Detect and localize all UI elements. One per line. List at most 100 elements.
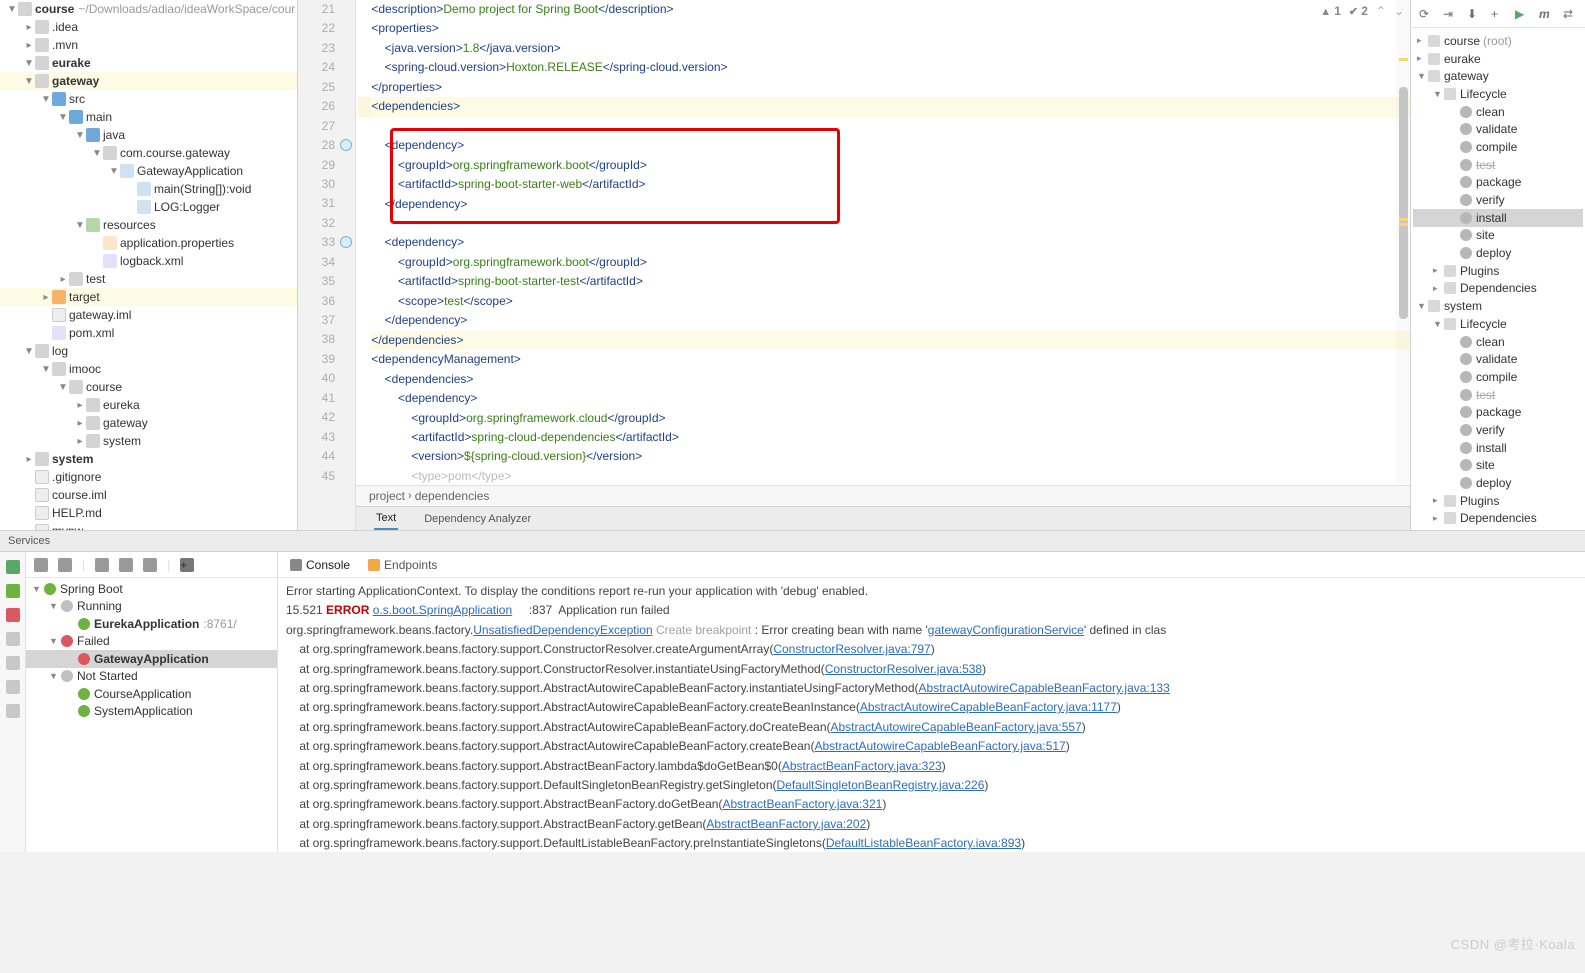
tree-item-gateway-iml[interactable]: gateway.iml	[0, 306, 297, 324]
camera-icon[interactable]	[6, 656, 20, 670]
tree-item-log-logger[interactable]: LOG:Logger	[0, 198, 297, 216]
service-failed[interactable]: ▼Failed	[26, 633, 277, 651]
tab-console[interactable]: Console	[290, 558, 350, 572]
maven-item-clean[interactable]: clean	[1413, 103, 1583, 121]
maven-item-eurake[interactable]: ▸eurake	[1413, 50, 1583, 68]
maven-item-package[interactable]: package	[1413, 403, 1583, 421]
editor-view-tabs[interactable]: Text Dependency Analyzer	[356, 506, 1410, 530]
pin-icon[interactable]	[143, 558, 157, 572]
project-root[interactable]: ▼ course ~/Downloads/adiao/ideaWorkSpace…	[0, 0, 297, 18]
tree-item--gitignore[interactable]: .gitignore	[0, 468, 297, 486]
maven-item-gateway[interactable]: ▼gateway	[1413, 67, 1583, 85]
editor[interactable]: 2122232425262728293031323334353637383940…	[298, 0, 1410, 530]
refresh-icon[interactable]: ⟳	[1419, 7, 1433, 21]
maven-item-system[interactable]: ▼system	[1413, 297, 1583, 315]
editor-scrollbar[interactable]	[1396, 0, 1410, 484]
services-header[interactable]: Services	[0, 530, 1585, 552]
breadcrumb[interactable]: project › dependencies	[356, 485, 1410, 506]
tree-item-src[interactable]: ▼src	[0, 90, 297, 108]
tree-item-course[interactable]: ▼course	[0, 378, 297, 396]
tree-item-help-md[interactable]: HELP.md	[0, 504, 297, 522]
maven-item-plugins[interactable]: ▸Plugins	[1413, 262, 1583, 280]
maven-item-plugins[interactable]: ▸Plugins	[1413, 492, 1583, 510]
tree-item-system[interactable]: ▸system	[0, 450, 297, 468]
tree-item-pom-xml[interactable]: pom.xml	[0, 324, 297, 342]
tree-item-gatewayapplication[interactable]: ▼GatewayApplication	[0, 162, 297, 180]
tab-endpoints[interactable]: Endpoints	[368, 558, 437, 572]
maven-item-site[interactable]: site	[1413, 227, 1583, 245]
console-output[interactable]: Error starting ApplicationContext. To di…	[278, 578, 1585, 852]
maven-item-test[interactable]: test	[1413, 156, 1583, 174]
tree-item-application-properties[interactable]: application.properties	[0, 234, 297, 252]
maven-item-validate[interactable]: validate	[1413, 350, 1583, 368]
download-icon[interactable]: ⬇	[1467, 7, 1481, 21]
m-icon[interactable]: m	[1539, 7, 1553, 21]
maven-item-validate[interactable]: validate	[1413, 120, 1583, 138]
service-not-started[interactable]: ▼Not Started	[26, 668, 277, 686]
maven-item-verify[interactable]: verify	[1413, 421, 1583, 439]
tree-item-com-course-gateway[interactable]: ▼com.course.gateway	[0, 144, 297, 162]
tree-item-main-string-void[interactable]: main(String[]):void	[0, 180, 297, 198]
maven-item-lifecycle[interactable]: ▼Lifecycle	[1413, 315, 1583, 333]
layout-icon[interactable]	[6, 632, 20, 646]
generate-icon[interactable]: ⇥	[1443, 7, 1457, 21]
maven-item-compile[interactable]: compile	[1413, 368, 1583, 386]
service-spring-boot[interactable]: ▼Spring Boot	[26, 580, 277, 598]
services-gutter[interactable]	[0, 552, 26, 852]
maven-item-compile[interactable]: compile	[1413, 138, 1583, 156]
maven-item-test[interactable]: test	[1413, 386, 1583, 404]
tree-item-course-iml[interactable]: course.iml	[0, 486, 297, 504]
tree-item-system[interactable]: ▸system	[0, 432, 297, 450]
service-eurekaapplication[interactable]: EurekaApplication:8761/	[26, 615, 277, 633]
maven-item-deploy[interactable]: deploy	[1413, 244, 1583, 262]
maven-item-clean[interactable]: clean	[1413, 333, 1583, 351]
service-running[interactable]: ▼Running	[26, 598, 277, 616]
service-gatewayapplication[interactable]: GatewayApplication	[26, 650, 277, 668]
project-tree[interactable]: ▼ course ~/Downloads/adiao/ideaWorkSpace…	[0, 0, 298, 530]
code-area[interactable]: <description>Demo project for Spring Boo…	[356, 0, 1410, 486]
tree-item-java[interactable]: ▼java	[0, 126, 297, 144]
tree-item-imooc[interactable]: ▼imooc	[0, 360, 297, 378]
add-icon[interactable]: +	[1491, 7, 1505, 21]
service-courseapplication[interactable]: CourseApplication	[26, 685, 277, 703]
maven-item-install[interactable]: install	[1413, 209, 1583, 227]
tree-item-eurake[interactable]: ▼eurake	[0, 54, 297, 72]
tab-text[interactable]: Text	[374, 508, 398, 530]
maven-item-dependencies[interactable]: ▸Dependencies	[1413, 280, 1583, 298]
maven-panel[interactable]: ⟳ ⇥ ⬇ + ▶ m ⇄ ▸course(root)▸eurake▼gatew…	[1410, 0, 1585, 530]
maven-item-deploy[interactable]: deploy	[1413, 474, 1583, 492]
tree-item-mvnw[interactable]: mvnw	[0, 522, 297, 530]
tree-item-resources[interactable]: ▼resources	[0, 216, 297, 234]
maven-item-package[interactable]: package	[1413, 174, 1583, 192]
tab-dependency-analyzer[interactable]: Dependency Analyzer	[422, 509, 533, 529]
tree-item-test[interactable]: ▸test	[0, 270, 297, 288]
settings-icon[interactable]	[6, 680, 20, 694]
stop-icon[interactable]	[6, 608, 20, 622]
tree-item--idea[interactable]: ▸.idea	[0, 18, 297, 36]
tree-item-eureka[interactable]: ▸eureka	[0, 396, 297, 414]
grid-icon[interactable]	[6, 704, 20, 718]
add-config-icon[interactable]: +	[180, 558, 194, 572]
console-panel[interactable]: Console Endpoints Error starting Applica…	[278, 552, 1585, 852]
toggle-icon[interactable]: ⇄	[1563, 7, 1577, 21]
maven-item-lifecycle[interactable]: ▼Lifecycle	[1413, 85, 1583, 103]
collapse-icon[interactable]	[58, 558, 72, 572]
tree-item-logback-xml[interactable]: logback.xml	[0, 252, 297, 270]
tree-item--mvn[interactable]: ▸.mvn	[0, 36, 297, 54]
tree-item-main[interactable]: ▼main	[0, 108, 297, 126]
maven-toolbar[interactable]: ⟳ ⇥ ⬇ + ▶ m ⇄	[1411, 0, 1585, 28]
maven-item-dependencies[interactable]: ▸Dependencies	[1413, 510, 1583, 528]
debug-icon[interactable]	[6, 584, 20, 598]
filter-icon[interactable]	[119, 558, 133, 572]
service-systemapplication[interactable]: SystemApplication	[26, 703, 277, 721]
run-icon[interactable]: ▶	[1515, 7, 1529, 21]
maven-item-install[interactable]: install	[1413, 439, 1583, 457]
group-icon[interactable]	[95, 558, 109, 572]
maven-item-site[interactable]: site	[1413, 457, 1583, 475]
tree-item-target[interactable]: ▸target	[0, 288, 297, 306]
tree-item-log[interactable]: ▼log	[0, 342, 297, 360]
maven-item-verify[interactable]: verify	[1413, 191, 1583, 209]
services-tree-panel[interactable]: | | + ▼Spring Boot▼RunningEurekaApplicat…	[26, 552, 278, 852]
tree-item-gateway[interactable]: ▼gateway	[0, 72, 297, 90]
expand-icon[interactable]	[34, 558, 48, 572]
